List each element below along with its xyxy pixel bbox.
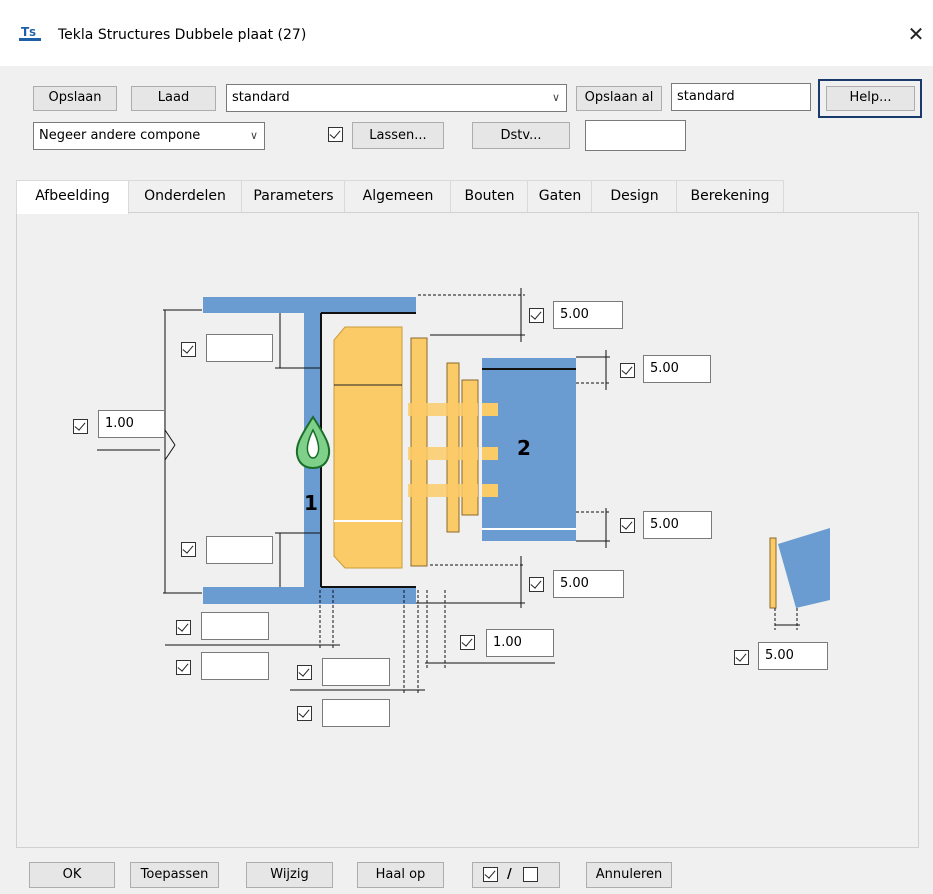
left-top-input[interactable] [206, 334, 273, 362]
unchecked-box-icon [523, 867, 538, 882]
left-bottom-checkbox[interactable] [181, 542, 196, 557]
bolt-head-1 [482, 403, 498, 416]
beam-bottom-gap-input[interactable]: 5.00 [643, 511, 712, 539]
left-mid-input[interactable]: 1.00 [98, 410, 165, 438]
top-right-gap-checkbox[interactable] [529, 308, 544, 323]
ok-button[interactable]: OK [29, 862, 115, 888]
left-top-checkbox[interactable] [181, 342, 196, 357]
beam-top-gap-checkbox[interactable] [620, 363, 635, 378]
bottom-right-gap-checkbox[interactable] [529, 577, 544, 592]
left-mid-checkbox[interactable] [73, 419, 88, 434]
bottom-mid-checkbox[interactable] [460, 635, 475, 650]
bottom-c-checkbox[interactable] [297, 665, 312, 680]
get-button[interactable]: Haal op [357, 862, 444, 888]
top-right-gap-input[interactable]: 5.00 [553, 301, 623, 329]
bottom-a-input[interactable] [201, 612, 269, 640]
left-bottom-input[interactable] [206, 536, 273, 564]
column-bottom-flange [203, 587, 416, 604]
bottom-c-input[interactable] [322, 658, 390, 686]
bottom-b-checkbox[interactable] [176, 660, 191, 675]
skew-gap-input[interactable]: 5.00 [758, 642, 828, 670]
part2-label: 2 [517, 436, 531, 460]
toggle-separator: / [507, 867, 512, 882]
beam-top-gap-input[interactable]: 5.00 [643, 355, 711, 383]
bolt-row-3 [408, 484, 478, 497]
bottom-b-input[interactable] [201, 652, 269, 680]
toggle-all-button[interactable]: / [472, 862, 560, 888]
apply-button[interactable]: Toepassen [130, 862, 219, 888]
cancel-button[interactable]: Annuleren [586, 862, 672, 888]
bolt-head-3 [482, 484, 498, 497]
tab-afbeelding[interactable]: Afbeelding [16, 180, 129, 214]
part1-label: 1 [304, 491, 318, 515]
skew-plate [769, 537, 777, 609]
bottom-d-input[interactable] [322, 699, 390, 727]
beam-bottom-gap-checkbox[interactable] [620, 518, 635, 533]
column-top-flange [203, 297, 416, 313]
bottom-a-checkbox[interactable] [176, 620, 191, 635]
skew-beam [778, 528, 830, 608]
skew-gap-checkbox[interactable] [734, 650, 749, 665]
bottom-mid-input[interactable]: 1.00 [486, 629, 554, 657]
connection-drawing: 1 2 [97, 288, 830, 695]
bottom-d-checkbox[interactable] [297, 706, 312, 721]
modify-button[interactable]: Wijzig [246, 862, 333, 888]
bolt-row-1 [408, 403, 478, 416]
bolt-head-2 [482, 447, 498, 460]
bottom-right-gap-input[interactable]: 5.00 [553, 570, 624, 598]
checked-box-icon [483, 867, 498, 882]
bolt-row-2 [408, 447, 478, 460]
stiffener-plate [333, 326, 403, 569]
